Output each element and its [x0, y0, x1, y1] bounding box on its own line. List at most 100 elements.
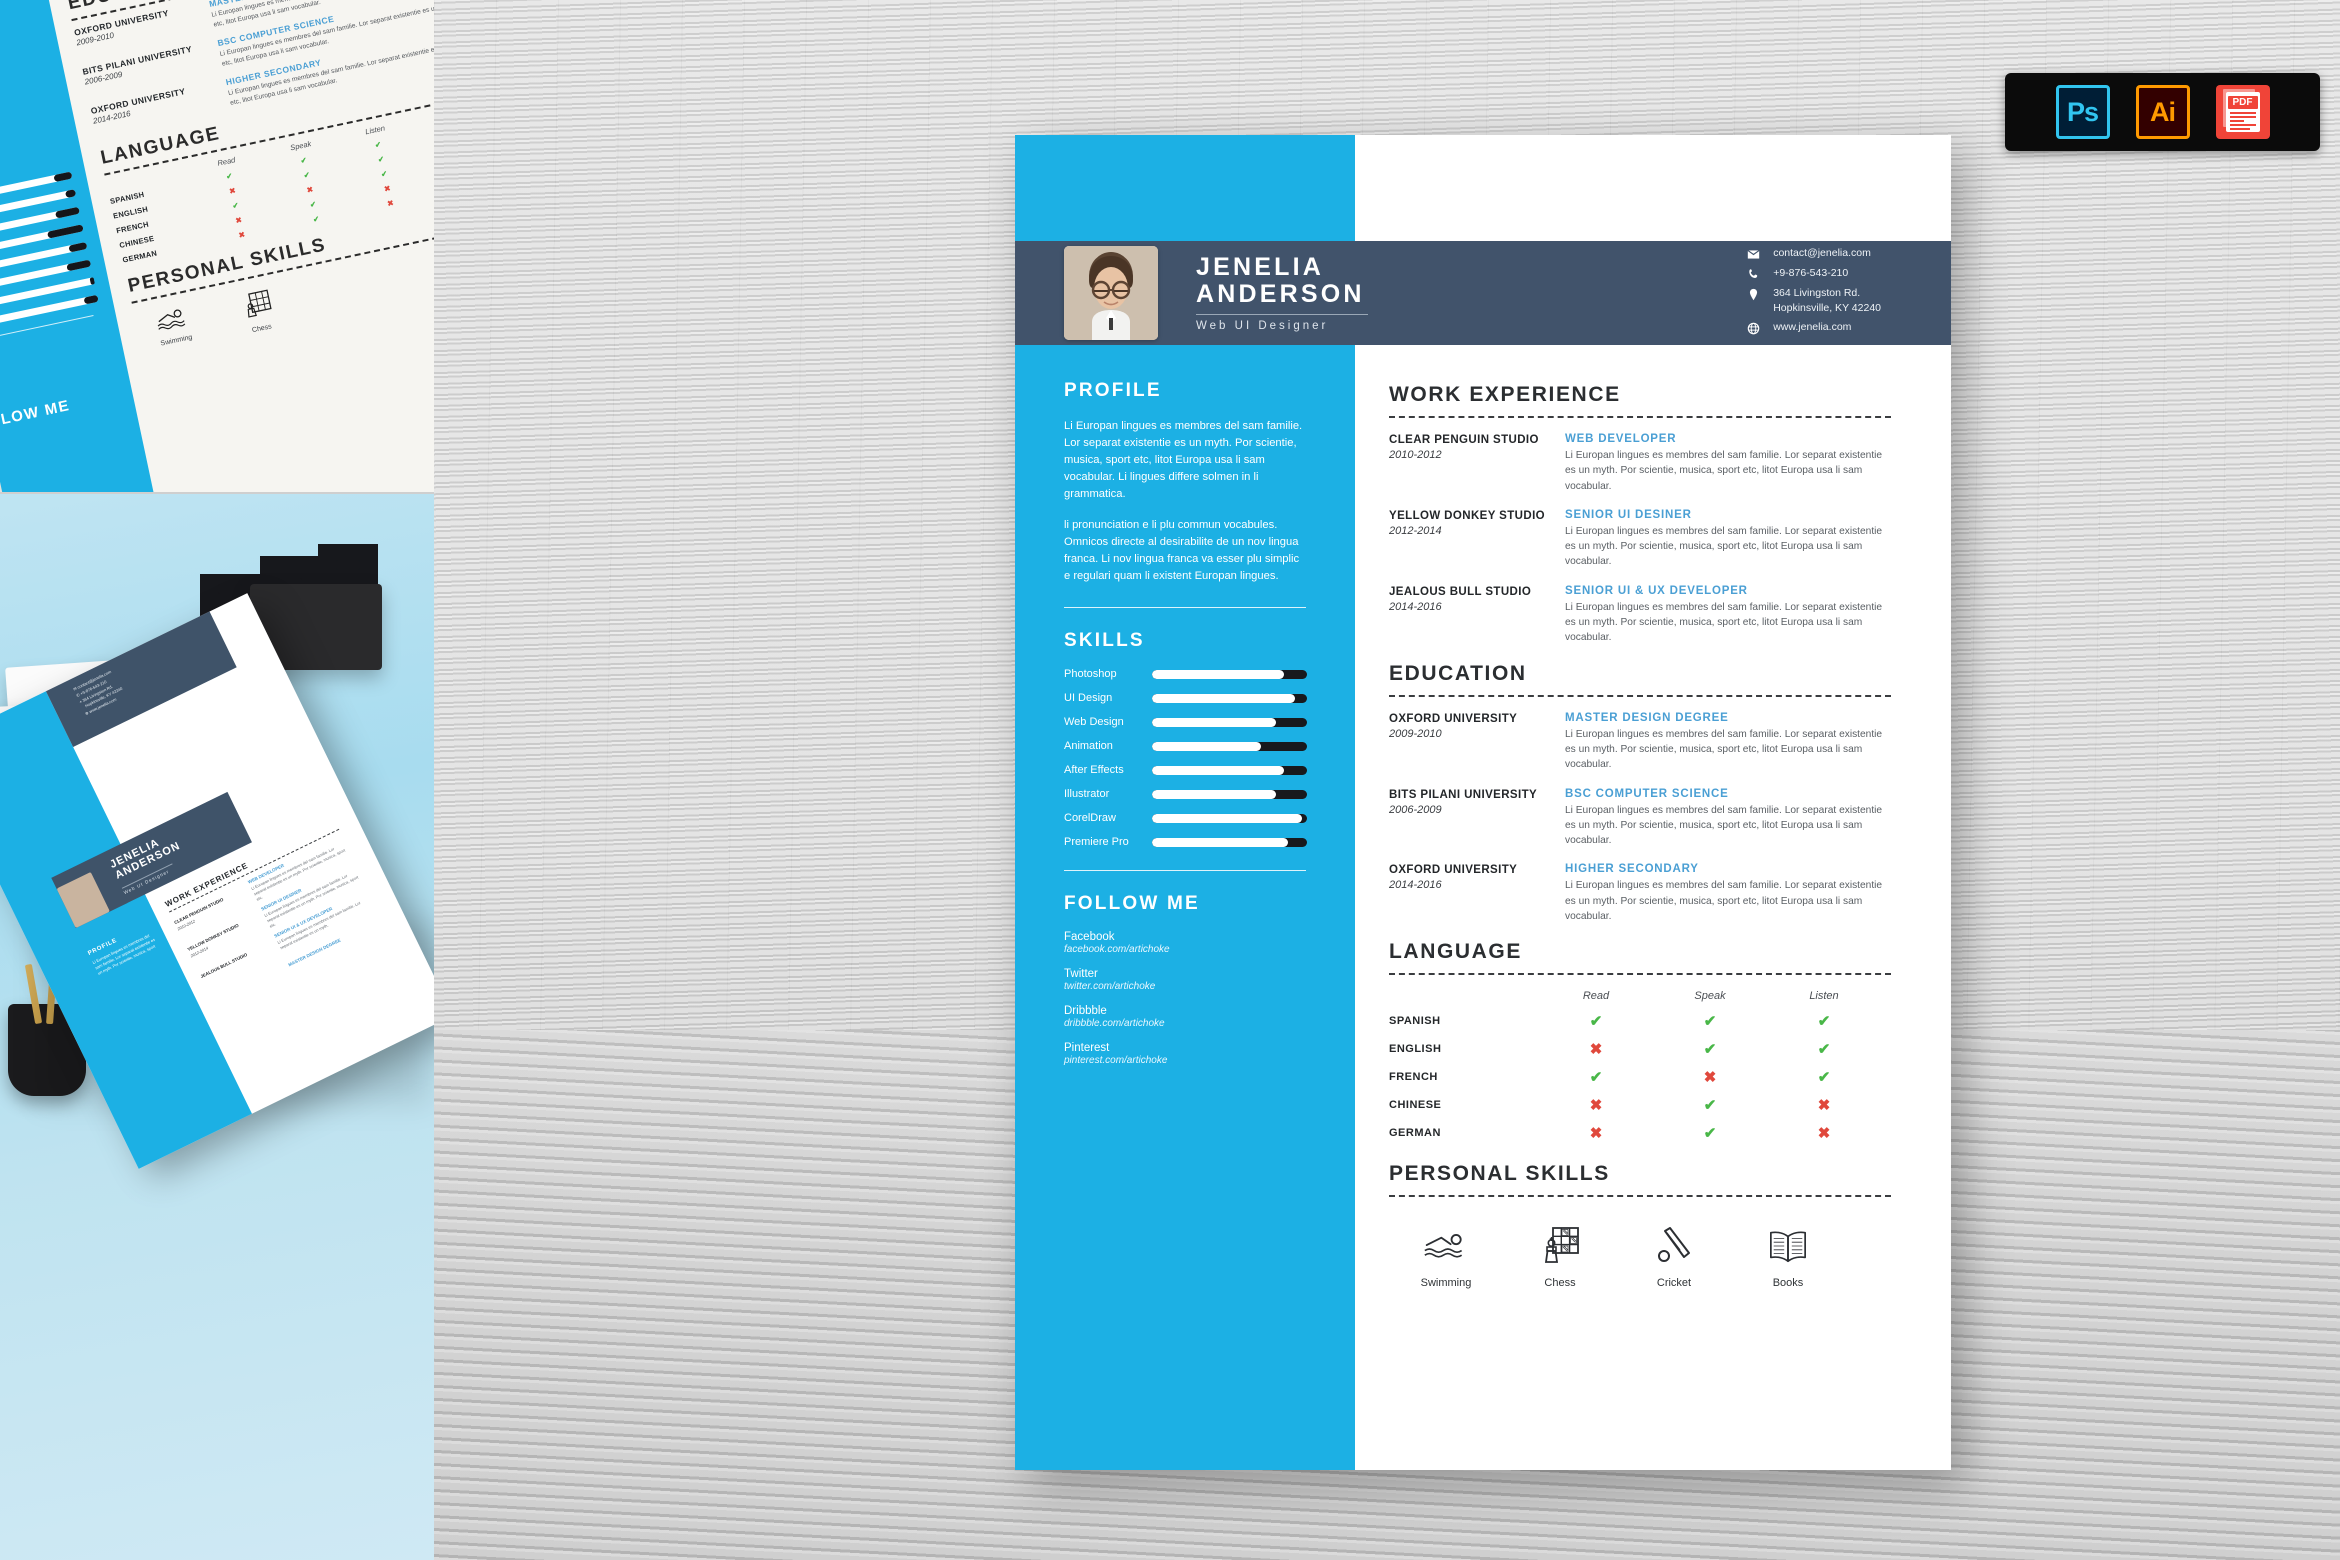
contact-text: www.jenelia.com	[1773, 320, 1852, 333]
skill-label: Illustrator	[1064, 788, 1110, 801]
social-link[interactable]: Dribbble dribbble.com/artichoke	[1064, 1005, 1355, 1029]
resume-entry: BITS PILANI UNIVERSITY 2006-2009 BSC COMPU…	[1389, 788, 1891, 849]
entry-role: SENIOR UI DESINER	[1565, 508, 1692, 521]
skill-bar	[1152, 837, 1307, 847]
social-link[interactable]: Facebook facebook.com/artichoke	[1064, 931, 1355, 955]
entry-left: CLEAR PENGUIN STUDIO 2010-2012	[1389, 433, 1565, 494]
entry-years: 2010-2012	[1389, 449, 1442, 461]
language-row: FRENCH ✔ ✖ ✔	[1389, 1068, 1891, 1086]
language-column-header: Speak	[1694, 990, 1726, 1003]
language-cell: ✔	[1703, 1013, 1717, 1031]
books-icon	[1731, 1223, 1845, 1269]
name-block: JENELIA ANDERSON Web UI Designer	[1196, 254, 1368, 332]
swimming-icon	[157, 309, 186, 331]
language-heading: LANGUAGE	[1389, 940, 1522, 964]
avatar	[1064, 246, 1158, 340]
skill-label: CorelDraw	[1064, 812, 1116, 825]
entry-right: HIGHER SECONDARY Li Europan lingues es me…	[1565, 863, 1891, 924]
work-experience-heading: WORK EXPERIENCE	[1389, 383, 1621, 406]
sidebar-divider	[1064, 607, 1306, 609]
skill-item: Animation	[1064, 740, 1355, 752]
chess-icon	[1503, 1223, 1617, 1269]
mockup-desk-panel: ✉ contact@jenelia.com ✆ +9-876-543-210 ⌖ 3…	[0, 494, 434, 1560]
language-cell: ✔	[1817, 1013, 1831, 1031]
skill-item: Photoshop	[1064, 668, 1355, 680]
language-table: Read Speak Listen SPANISH ✔ ✔ ✔ ENGLISH ✖ ✔ ✔ FRENC…	[1389, 990, 1891, 1142]
language-cell: ✔	[1703, 1041, 1717, 1059]
entry-description: Li Europan lingues es membres del sam fa…	[1565, 880, 1883, 923]
skill-item: CorelDraw	[1064, 812, 1355, 824]
language-row: ENGLISH ✖ ✔ ✔	[1389, 1040, 1891, 1058]
entry-org: OXFORD UNIVERSITY	[1389, 864, 1518, 877]
entry-description: Li Europan lingues es membres del sam fa…	[1565, 525, 1883, 568]
personal-skill-item: Swimming	[1389, 1223, 1503, 1289]
entry-left: BITS PILANI UNIVERSITY 2006-2009	[1389, 788, 1565, 849]
social-links-list: Facebook facebook.com/artichoke Twitter twi…	[1064, 931, 1355, 1066]
language-row: CHINESE ✖ ✔ ✖	[1389, 1096, 1891, 1114]
profile-paragraph: li pronunciation e li plu commun vocabul…	[1064, 519, 1300, 583]
skill-item: UI Design	[1064, 692, 1355, 704]
tilted-resume-sheet: vo-rabi-novplic epan LOW ME 2012-2014	[0, 0, 434, 492]
resume-entry: OXFORD UNIVERSITY 2014-2016 HIGHER SECONDA…	[1389, 863, 1891, 924]
resume-header: JENELIA ANDERSON Web UI Designer contact…	[1015, 241, 1951, 345]
pdf-label: PDF	[2227, 96, 2258, 109]
social-name: Twitter	[1064, 968, 1098, 981]
skills-heading: SKILLS	[1064, 630, 1145, 652]
personal-skills-list: Swimming Chess Cricket Books	[1389, 1223, 1891, 1289]
skill-item: Illustrator	[1064, 788, 1355, 800]
social-link[interactable]: Pinterest pinterest.com/artichoke	[1064, 1042, 1355, 1066]
entry-org: JEALOUS BULL STUDIO	[1389, 585, 1532, 598]
contact-row[interactable]: contact@jenelia.com	[1747, 246, 1881, 261]
social-link[interactable]: Twitter twitter.com/artichoke	[1064, 968, 1355, 992]
envelope-icon	[1747, 246, 1760, 261]
section-divider	[1389, 694, 1891, 697]
entry-role: HIGHER SECONDARY	[1565, 863, 1699, 876]
language-cell: ✖	[1817, 1097, 1831, 1115]
profile-heading: PROFILE	[1064, 380, 1162, 401]
resume-entry: JEALOUS BULL STUDIO 2014-2016 SENIOR UI & …	[1389, 585, 1891, 646]
language-name: ENGLISH	[1389, 1043, 1442, 1056]
section-divider	[1389, 973, 1891, 976]
illustrator-badge: Ai	[2135, 85, 2190, 139]
illustrator-label: Ai	[2150, 96, 2176, 127]
entry-left: JEALOUS BULL STUDIO 2014-2016	[1389, 585, 1565, 646]
personal-skill-label: Swimming	[1420, 1277, 1472, 1290]
pdf-badge: PDF	[2215, 85, 2270, 139]
follow-me-heading: FOLLOW ME	[1064, 893, 1200, 915]
entry-description: Li Europan lingues es membres del sam fa…	[1565, 728, 1883, 771]
personal-skill-item: Cricket	[1617, 1223, 1731, 1289]
language-name: CHINESE	[1389, 1099, 1442, 1112]
skill-label: Photoshop	[1064, 668, 1117, 681]
contact-text: 364 Livingston Rd. Hopkinsville, KY 42240	[1773, 287, 1881, 314]
contact-row[interactable]: +9-876-543-210	[1747, 266, 1881, 281]
resume-entry: OXFORD UNIVERSITY 2009-2010 MASTER DESIGN …	[1389, 712, 1891, 773]
mockup-closeup-panel: vo-rabi-novplic epan LOW ME 2012-2014	[0, 0, 434, 492]
skill-bar	[1152, 813, 1307, 823]
sidebar-divider	[1064, 870, 1306, 872]
language-cell: ✖	[1817, 1125, 1831, 1143]
resume-page: PROFILE Li Europan lingues es membres de…	[1015, 135, 1951, 1470]
language-cell: ✖	[1589, 1041, 1603, 1059]
skill-item: Premiere Pro	[1064, 836, 1355, 848]
social-url: facebook.com/artichoke	[1064, 944, 1170, 956]
photoshop-badge: Ps	[2055, 85, 2110, 139]
language-cell: ✔	[1703, 1125, 1717, 1143]
contact-row[interactable]: www.jenelia.com	[1747, 320, 1881, 335]
entry-description: Li Europan lingues es membres del sam fa…	[1565, 450, 1883, 492]
contact-row[interactable]: 364 Livingston Rd. Hopkinsville, KY 42240	[1747, 286, 1881, 314]
swimming-icon	[1389, 1223, 1503, 1269]
location-pin-icon	[1747, 286, 1760, 301]
card-contact-strip: ✉ contact@jenelia.com ✆ +9-876-543-210 ⌖ 3…	[45, 611, 237, 747]
entry-right: SENIOR UI & UX DEVELOPER Li Europan lingu…	[1565, 585, 1891, 646]
social-name: Dribbble	[1064, 1005, 1107, 1018]
language-cell: ✔	[1817, 1041, 1831, 1059]
language-column-header: Listen	[1809, 990, 1839, 1003]
name-divider	[1196, 314, 1368, 315]
section-divider	[1389, 416, 1891, 418]
entry-right: MASTER DESIGN DEGREE Li Europan lingues e…	[1565, 712, 1891, 773]
social-name: Pinterest	[1064, 1042, 1110, 1055]
entry-role: MASTER DESIGN DEGREE	[1565, 711, 1729, 724]
skill-item: After Effects	[1064, 764, 1355, 776]
mockup-previews-column: vo-rabi-novplic epan LOW ME 2012-2014	[0, 0, 434, 1560]
entry-org: YELLOW DONKEY STUDIO	[1389, 509, 1546, 522]
